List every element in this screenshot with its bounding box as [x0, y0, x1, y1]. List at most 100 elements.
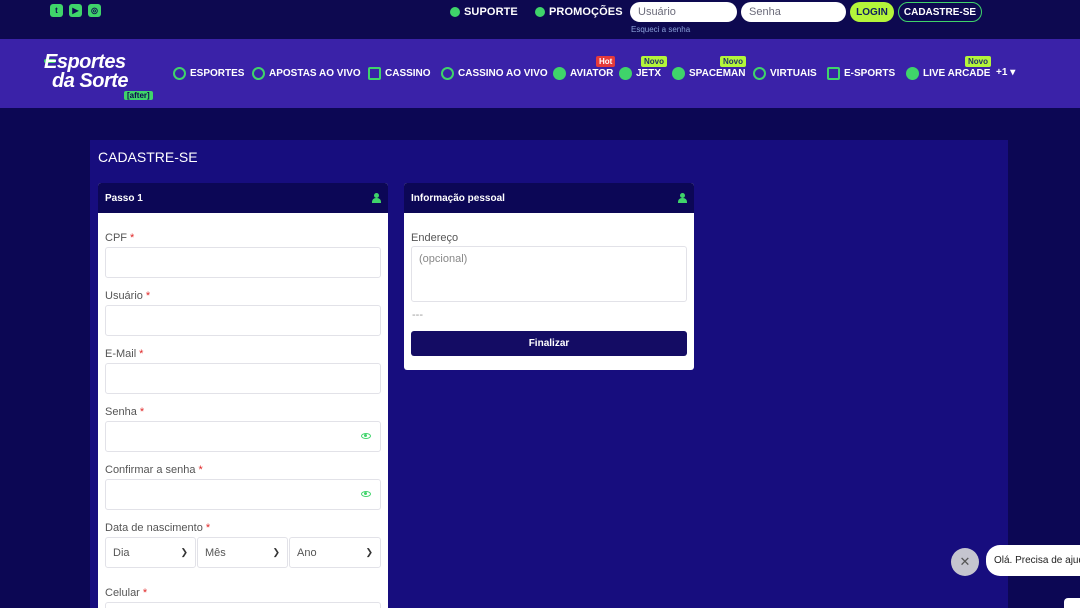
eye-icon[interactable]: [361, 433, 371, 439]
nav-item-cassino-ao-vivo[interactable]: CASSINO AO VIVO: [441, 67, 548, 80]
endereco-field[interactable]: (opcional): [411, 246, 687, 302]
nascimento-label-text: Data de nascimento: [105, 522, 203, 534]
mes-value: Mês: [205, 546, 226, 559]
nav-label: ESPORTES: [190, 68, 245, 79]
celular-label-text: Celular: [105, 587, 140, 599]
celular-label: Celular *: [105, 587, 147, 599]
login-button[interactable]: LOGIN: [850, 2, 894, 22]
nav-item-spaceman[interactable]: SPACEMAN: [672, 67, 745, 80]
confirmar-label-text: Confirmar a senha: [105, 464, 196, 476]
suporte-link[interactable]: SUPORTE: [450, 6, 518, 18]
hot-badge: Hot: [596, 56, 616, 67]
required-mark: *: [130, 232, 135, 244]
new-badge: Novo: [641, 56, 667, 67]
ano-select[interactable]: Ano ❯: [289, 537, 381, 568]
forgot-password-link[interactable]: Esqueci a senha: [631, 25, 690, 34]
dia-value: Dia: [113, 546, 130, 559]
senha-label: Senha *: [105, 406, 144, 418]
chat-close-button[interactable]: ✕: [951, 548, 979, 576]
confirmar-senha-field[interactable]: [105, 479, 381, 510]
slot-icon: [368, 67, 381, 80]
finalizar-button[interactable]: Finalizar: [411, 331, 687, 356]
nav-label: LIVE ARCADE: [923, 68, 991, 79]
youtube-icon[interactable]: ▶: [69, 4, 82, 17]
nav-item-virtuais[interactable]: VIRTUAIS: [753, 67, 817, 80]
more-label: +1: [996, 67, 1008, 78]
main-nav: Esportes da Sorte [after] ESPORTES APOST…: [0, 39, 1080, 108]
nav-item-aviator[interactable]: AVIATOR: [553, 67, 613, 80]
chevron-down-icon: ❯: [180, 547, 188, 557]
celular-field[interactable]: [105, 602, 381, 608]
chevron-down-icon: ❯: [365, 547, 373, 557]
promocoes-link[interactable]: PROMOÇÕES: [535, 6, 623, 18]
email-label-text: E-Mail: [105, 348, 137, 360]
required-mark: *: [198, 464, 203, 476]
cpf-label-text: CPF: [105, 232, 127, 244]
nav-label: CASSINO AO VIVO: [458, 68, 548, 79]
chat-bubble[interactable]: Olá. Precisa de ajuda?: [986, 545, 1080, 576]
endereco-placeholder: (opcional): [419, 253, 468, 265]
required-mark: *: [139, 348, 144, 360]
ano-value: Ano: [297, 546, 317, 559]
nav-item-esports[interactable]: E-SPORTS: [827, 67, 895, 80]
step1-card: Passo 1 CPF * Usuário * E-Mail * Senha * Con…: [98, 183, 388, 608]
nav-item-esportes[interactable]: ESPORTES: [173, 67, 244, 80]
dia-select[interactable]: Dia ❯: [105, 537, 196, 568]
endereco-label: Endereço: [411, 232, 459, 244]
usuario-input[interactable]: [630, 2, 737, 22]
nav-label: JETX: [636, 68, 662, 79]
email-label: E-Mail *: [105, 348, 143, 360]
senha-input[interactable]: [741, 2, 846, 22]
nav-label: CASSINO: [385, 68, 431, 79]
nascimento-label: Data de nascimento *: [105, 522, 210, 534]
live-icon: [252, 67, 265, 80]
page-title: CADASTRE-SE: [98, 149, 198, 165]
ball-icon: [753, 67, 766, 80]
nav-label: SPACEMAN: [689, 68, 746, 79]
required-mark: *: [145, 290, 151, 302]
cadastre-button[interactable]: CADASTRE-SE: [898, 2, 982, 22]
email-field[interactable]: [105, 363, 381, 394]
nav-item-cassino[interactable]: CASSINO: [368, 67, 431, 80]
step1-header: Passo 1: [98, 183, 388, 213]
user-icon: [678, 193, 687, 203]
nav-label: APOSTAS AO VIVO: [269, 68, 361, 79]
brand-logo[interactable]: Esportes da Sorte [after]: [44, 51, 156, 101]
plane-icon: [553, 67, 566, 80]
nav-item-jetx[interactable]: JETX: [619, 67, 661, 80]
required-mark: *: [205, 522, 211, 534]
confirmar-label: Confirmar a senha *: [105, 464, 203, 476]
senha-field[interactable]: [105, 421, 381, 452]
cpf-label: CPF *: [105, 232, 134, 244]
personal-title: Informação pessoal: [411, 192, 505, 204]
instagram-icon[interactable]: ◎: [88, 4, 101, 17]
cpf-input[interactable]: [105, 247, 381, 278]
chevron-down-icon: ▾: [1010, 67, 1016, 78]
dashes-text: ---: [412, 309, 423, 321]
usuario-label-text: Usuário: [105, 290, 143, 302]
suporte-label: SUPORTE: [464, 6, 518, 18]
close-icon: ✕: [959, 554, 971, 569]
usuario-field[interactable]: [105, 305, 381, 336]
twitter-icon[interactable]: t: [50, 4, 63, 17]
logo-badge: [after]: [124, 91, 153, 100]
nav-label: AVIATOR: [570, 68, 614, 79]
logo-line2: da Sorte: [52, 70, 129, 92]
gamepad-icon: [827, 67, 840, 80]
nav-item-apostas-ao-vivo[interactable]: APOSTAS AO VIVO: [252, 67, 361, 80]
required-mark: *: [142, 587, 148, 599]
user-icon: [372, 193, 381, 203]
required-mark: *: [139, 406, 145, 418]
support-icon: [450, 7, 460, 17]
chevron-down-icon: ❯: [272, 547, 280, 557]
register-panel: CADASTRE-SE Passo 1 CPF * Usuário * E-Mail…: [90, 140, 1008, 608]
personal-info-card: Informação pessoal Endereço (opcional) -…: [404, 183, 694, 370]
nav-more[interactable]: +1 ▾: [996, 67, 1015, 78]
mes-select[interactable]: Mês ❯: [197, 537, 288, 568]
nav-item-live-arcade[interactable]: LIVE ARCADE: [906, 67, 990, 80]
eye-icon[interactable]: [361, 491, 371, 497]
nav-label: E-SPORTS: [844, 68, 896, 79]
gift-icon: [535, 7, 545, 17]
chat-widget-tab[interactable]: [1064, 598, 1080, 608]
promocoes-label: PROMOÇÕES: [549, 6, 623, 18]
